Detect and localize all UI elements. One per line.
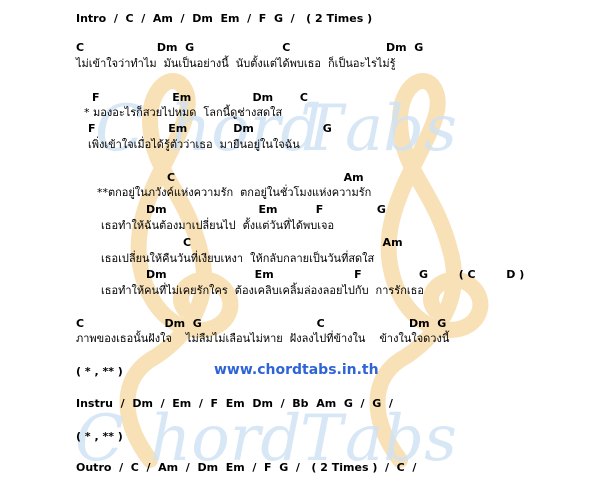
intro-line: Intro / C / Am / Dm Em / F G / ( 2 Times… (76, 12, 373, 25)
outro-line: Outro / C / Am / Dm Em / F G / ( 2 Times… (76, 461, 417, 474)
chorus1-chords: C Am (167, 171, 364, 184)
chorus2-chords: Dm Em F G (146, 203, 386, 216)
instrumental-line: Instru / Dm / Em / F Em Dm / Bb Am G / G… (76, 397, 393, 410)
verse2-chords: F Em Dm C (92, 91, 308, 104)
ending-lyrics: ภาพของเธอนั้นฝังใจ ไม่ลืมไม่เลือนไม่หาย … (76, 332, 450, 345)
chorus4-lyrics: เธอทำให้คนที่ไม่เคยรักใคร ต้องเคลิบเคลิ้… (101, 284, 424, 297)
verse1-chords: C Dm G C Dm G (76, 41, 424, 54)
repeat-marker-1: ( * , ** ) (76, 365, 123, 378)
chorus4-chords: Dm Em F G ( C D ) (146, 268, 525, 281)
verse2-lyrics: * มองอะไรก็สวยไปหมด โลกนี้ดูช่างสดใส (84, 106, 283, 119)
verse3-chords: F Em Dm G (88, 122, 332, 135)
chorus1-lyrics: **ตกอยู่ในภวังค์แห่งความรัก ตกอยู่ในชั่ว… (97, 186, 372, 199)
svg-text:abs: abs (345, 92, 457, 166)
chorus3-chords: C Am (183, 236, 403, 249)
website-link[interactable]: www.chordtabs.in.th (214, 362, 379, 378)
verse3-lyrics: เพิ่งเข้าใจเมื่อได้รู้ตัวว่าเธอ มายืนอยู… (88, 138, 300, 151)
chorus2-lyrics: เธอทำให้ฉันต้องมาเปลี่ยนไป ตั้งแต่วันที่… (101, 219, 335, 232)
ending-chords: C Dm G C Dm G (76, 317, 447, 330)
chorus3-lyrics: เธอเปลี่ยนให้คืนวันที่เงียบเหงา ให้กลับก… (101, 252, 375, 265)
verse1-lyrics: ไม่เข้าใจว่าทำไม มันเป็นอย่างนี้ นับตั้ง… (76, 57, 396, 70)
repeat-marker-2: ( * , ** ) (76, 430, 123, 443)
